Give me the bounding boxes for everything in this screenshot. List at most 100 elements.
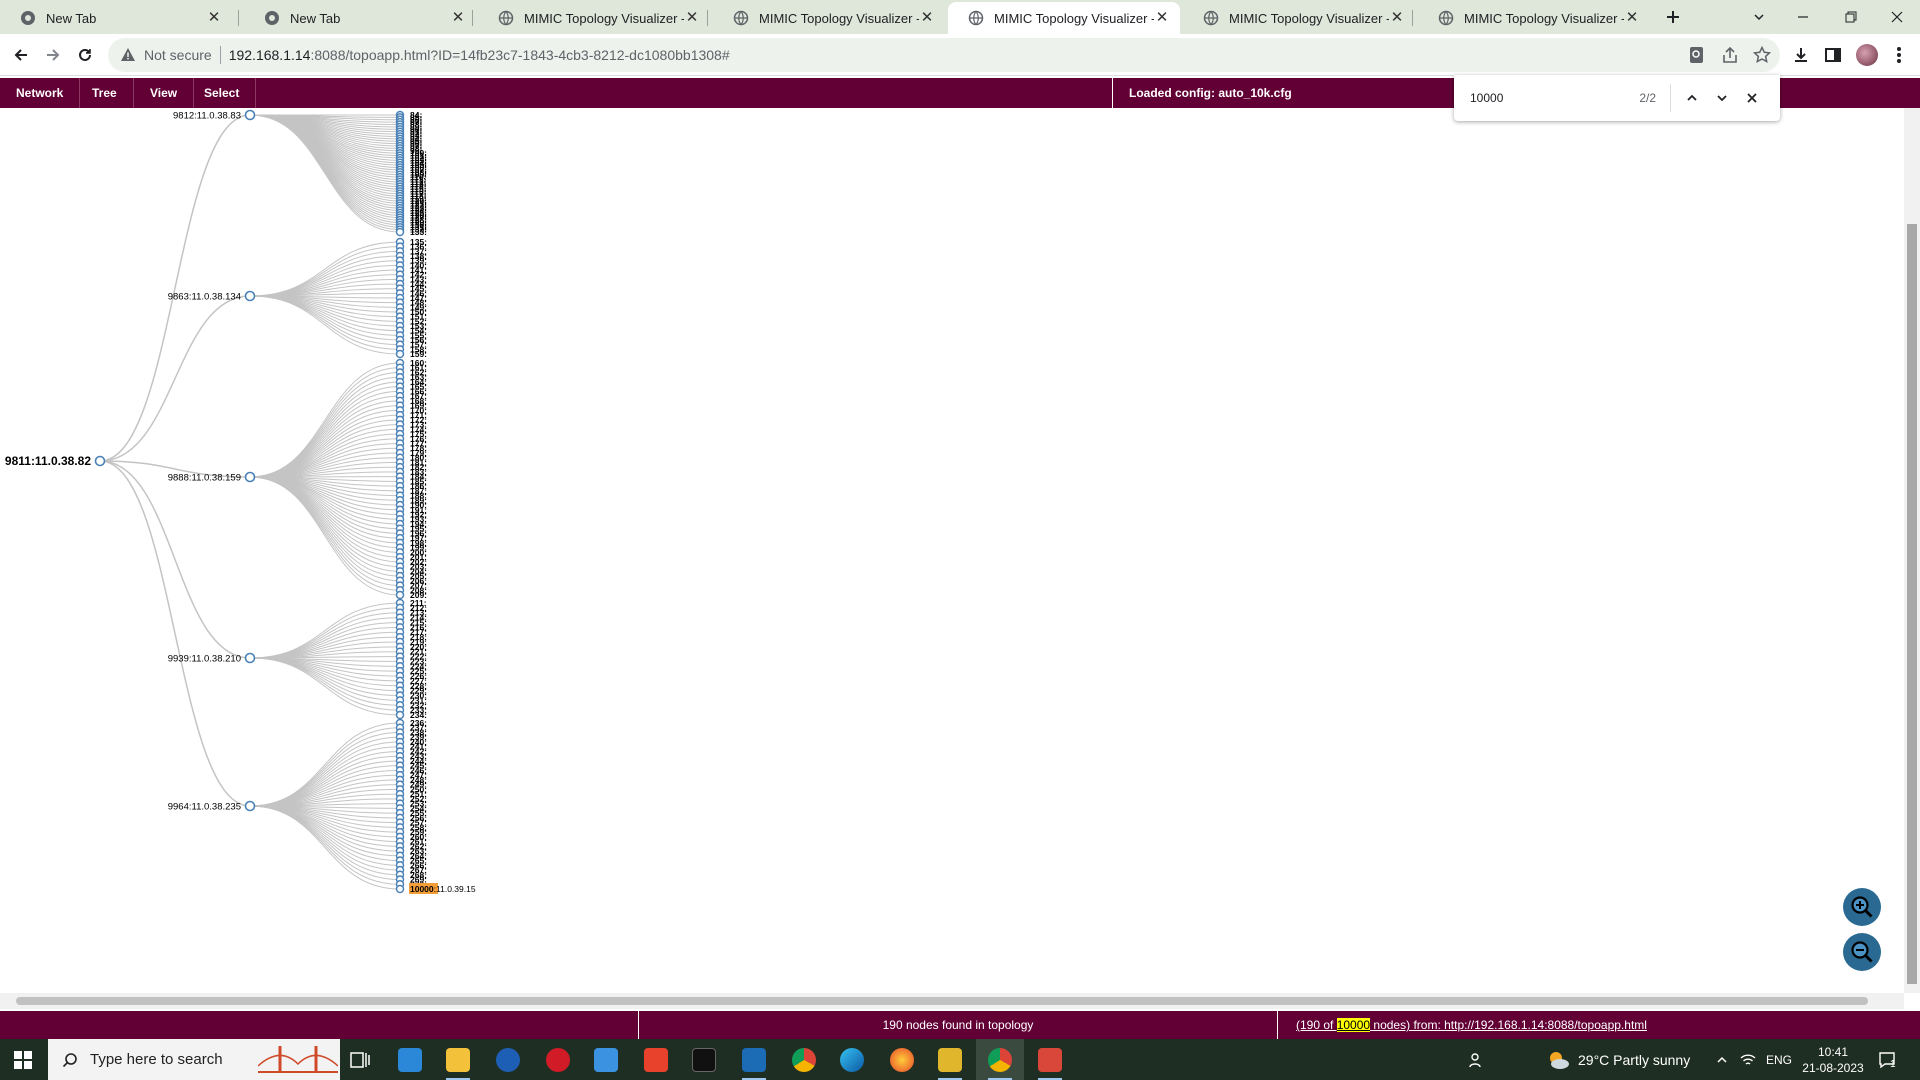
browser-tab[interactable]: MIMIC Topology Visualizer - 192✕ <box>1183 2 1415 34</box>
tab-close-icon[interactable]: ✕ <box>206 10 222 26</box>
source-status-link[interactable]: nodes) from: http://192.168.1.14:8088/to… <box>1370 1018 1647 1032</box>
find-next-button[interactable] <box>1707 83 1737 113</box>
people-tray-button[interactable] <box>1468 1039 1486 1080</box>
branch-node-label: 9863:11.0.38.134 <box>168 292 241 303</box>
browser-menu-button[interactable] <box>1884 40 1914 70</box>
tab-close-icon[interactable]: ✕ <box>450 10 466 26</box>
url-path: :8088/topoapp.html?ID=14fb23c7-1843-4cb3… <box>310 47 730 63</box>
horizontal-scroll-thumb[interactable] <box>16 997 1868 1005</box>
forward-button[interactable] <box>38 40 68 70</box>
taskbar-edge-dev-app[interactable] <box>484 1039 532 1080</box>
downloads-button[interactable] <box>1786 40 1816 70</box>
profile-button[interactable] <box>1852 40 1882 70</box>
network-tray-button[interactable] <box>1740 1039 1756 1080</box>
mail-icon <box>594 1047 618 1072</box>
root-node[interactable] <box>94 455 106 467</box>
browser-tab[interactable]: New Tab ✕ <box>0 2 232 34</box>
window-close-button[interactable] <box>1874 0 1920 34</box>
browser-tab-active[interactable]: MIMIC Topology Visualizer - 192✕ <box>948 2 1180 34</box>
taskbar-store-app[interactable] <box>386 1039 434 1080</box>
topology-link <box>249 476 401 582</box>
new-tab-button[interactable] <box>1650 0 1696 34</box>
taskbar-opera-app[interactable] <box>534 1039 582 1080</box>
browser-tab[interactable]: MIMIC Topology Visualizer - 192✕ <box>1418 2 1650 34</box>
share-icon <box>1723 46 1737 63</box>
zoom-in-button[interactable] <box>1843 888 1881 926</box>
tab-close-icon[interactable]: ✕ <box>1154 10 1170 26</box>
topology-canvas[interactable]: 84: 85: 86: 87: 88: 89: 90: 91: 92: 93: 94: 95: 96: 9… <box>0 108 1904 993</box>
taskbar-firefox-app[interactable] <box>878 1039 926 1080</box>
browser-tab[interactable]: MIMIC Topology Visualizer - 192✕ <box>713 2 945 34</box>
find-previous-button[interactable] <box>1677 83 1707 113</box>
clock[interactable]: 10:41 21-08-2023 <box>1800 1039 1866 1080</box>
reload-button[interactable] <box>70 40 100 70</box>
find-input[interactable]: 10000 <box>1470 91 1620 105</box>
branch-node[interactable] <box>244 109 256 121</box>
topology-link <box>249 419 401 478</box>
minimize-button[interactable] <box>1780 0 1826 34</box>
taskbar-explorer-app[interactable] <box>434 1039 482 1080</box>
taskbar-terminal-app[interactable] <box>680 1039 728 1080</box>
taskbar-virtualbox-app[interactable] <box>730 1039 778 1080</box>
show-hidden-icons-button[interactable] <box>1716 1039 1728 1080</box>
share-button[interactable] <box>1716 41 1744 69</box>
maximize-button[interactable] <box>1828 0 1874 34</box>
notification-center-button[interactable]: 1 <box>1878 1039 1896 1080</box>
weather-widget[interactable]: 29°C Partly sunny <box>1546 1039 1690 1080</box>
find-close-button[interactable] <box>1737 83 1767 113</box>
not-secure-label[interactable]: Not secure <box>144 47 212 63</box>
branch-node[interactable] <box>244 800 256 812</box>
branch-node[interactable] <box>244 471 256 483</box>
leaf-node[interactable] <box>395 590 405 600</box>
taskbar-edge-app[interactable] <box>828 1039 876 1080</box>
leaf-node[interactable] <box>395 227 405 237</box>
weather-text: 29°C Partly sunny <box>1578 1051 1691 1068</box>
store-icon <box>398 1047 422 1072</box>
menu-select[interactable]: Select <box>188 78 257 108</box>
taskbar-app-yellow[interactable] <box>926 1039 974 1080</box>
source-status[interactable]: (190 of 10000 nodes) from: http://192.16… <box>1296 1011 1647 1039</box>
topology-tree[interactable]: 84:85:86:87:88:89:90:91:92:93:94:95:96:9… <box>0 108 1904 993</box>
app-status-bar: 190 nodes found in topology (190 of 1000… <box>0 1011 1920 1039</box>
vertical-scroll-thumb[interactable] <box>1907 224 1917 984</box>
topology-link <box>249 476 401 530</box>
taskbar-app-red[interactable] <box>1026 1039 1074 1080</box>
back-button[interactable] <box>6 40 36 70</box>
tab-close-icon[interactable]: ✕ <box>1624 10 1640 26</box>
taskbar-mail-app[interactable] <box>582 1039 630 1080</box>
branch-node[interactable] <box>244 290 256 302</box>
tab-close-icon[interactable]: ✕ <box>1389 10 1405 26</box>
branch-node-label: 9888:11.0.38.159 <box>168 473 241 484</box>
topology-link <box>249 476 401 549</box>
task-view-icon <box>350 1051 370 1068</box>
tab-title: MIMIC Topology Visualizer - 192 <box>1229 10 1389 26</box>
app-icon-yellow <box>938 1047 962 1072</box>
leaf-node[interactable] <box>395 710 405 720</box>
side-panel-button[interactable] <box>1818 40 1848 70</box>
start-button[interactable] <box>0 1039 46 1080</box>
tab-search-button[interactable] <box>1736 0 1782 34</box>
taskbar-anydesk-app[interactable] <box>632 1039 680 1080</box>
taskbar-chrome-active-app[interactable] <box>976 1039 1024 1080</box>
menu-view[interactable]: View <box>134 78 195 108</box>
find-in-page-button[interactable] <box>1683 41 1711 69</box>
tab-close-icon[interactable]: ✕ <box>684 10 700 26</box>
browser-tab[interactable]: MIMIC Topology Visualizer - 192✕ <box>478 2 710 34</box>
zoom-out-button[interactable] <box>1843 933 1881 971</box>
address-bar[interactable]: Not secure 192.168.1.14:8088/topoapp.htm… <box>108 38 1780 72</box>
app-icon-red <box>1038 1047 1062 1072</box>
task-view-button[interactable] <box>336 1039 384 1080</box>
menu-tree[interactable]: Tree <box>76 78 134 108</box>
bookmark-button[interactable] <box>1748 41 1776 69</box>
topology-nodes: 84:85:86:87:88:89:90:91:92:93:94:95:96:9… <box>5 109 476 894</box>
browser-tab[interactable]: New Tab ✕ <box>244 2 476 34</box>
chrome-favicon-icon <box>265 11 279 25</box>
language-indicator[interactable]: ENG <box>1766 1039 1792 1080</box>
branch-node[interactable] <box>244 652 256 664</box>
menu-network[interactable]: Network <box>0 78 81 108</box>
taskbar-search-box[interactable]: Type here to search <box>48 1039 340 1080</box>
leaf-node[interactable] <box>395 349 405 359</box>
leaf-node[interactable] <box>395 884 405 894</box>
taskbar-chrome-app[interactable] <box>780 1039 828 1080</box>
tab-close-icon[interactable]: ✕ <box>919 10 935 26</box>
